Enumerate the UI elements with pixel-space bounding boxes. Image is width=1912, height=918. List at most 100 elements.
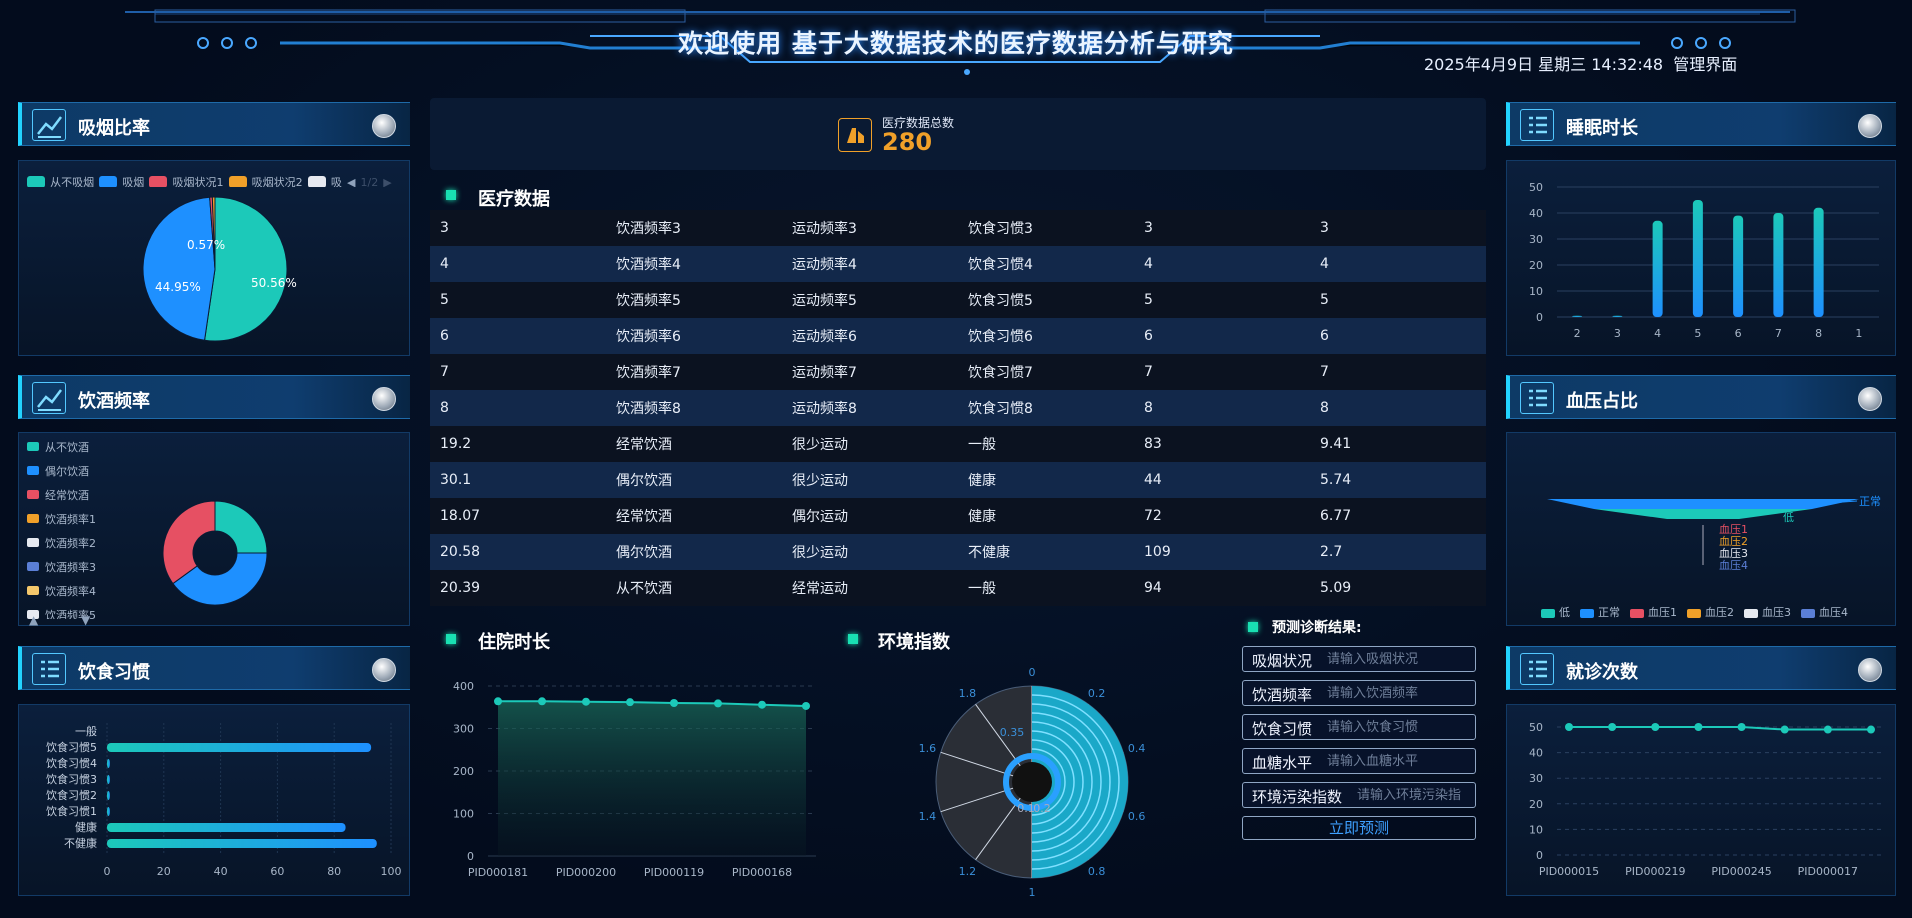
table-title: 医疗数据 xyxy=(478,189,550,210)
table-row[interactable]: 4 饮酒频率4 运动频率4 饮食习惯4 4 4 xyxy=(430,246,1486,282)
legend-item[interactable]: 血压4 xyxy=(1801,606,1848,619)
predict-button[interactable]: 立即预测 xyxy=(1242,816,1476,840)
predict-title: 预测诊断结果: xyxy=(1272,620,1362,636)
admin-link[interactable]: 管理界面 xyxy=(1673,55,1737,74)
table-cell: 偶尔饮酒 xyxy=(616,545,672,561)
legend-item[interactable]: 正常 xyxy=(1580,606,1620,619)
funnel-label: 血压4 xyxy=(1719,558,1748,572)
legend-swatch xyxy=(1744,608,1758,618)
y-tick-label: 300 xyxy=(453,723,474,736)
table-cell: 很少运动 xyxy=(792,473,848,489)
table-cell: 9.41 xyxy=(1320,436,1352,452)
table-cell: 饮酒频率3 xyxy=(616,221,681,237)
legend-scroll-down-icon[interactable]: ▼ xyxy=(81,613,90,627)
settings-knob-icon[interactable] xyxy=(372,387,396,411)
category-label: 饮食习惯2 xyxy=(46,788,97,802)
table-row[interactable]: 19.2 经常饮酒 很少运动 一般 83 9.41 xyxy=(430,426,1486,462)
table-cell: 健康 xyxy=(968,509,996,525)
x-tick-label: 80 xyxy=(327,865,341,878)
smoking-input[interactable] xyxy=(1327,650,1471,668)
table-cell: 饮酒频率7 xyxy=(616,365,681,381)
settings-knob-icon[interactable] xyxy=(372,658,396,682)
table-cell: 偶尔饮酒 xyxy=(616,473,672,489)
table-row[interactable]: 5 饮酒频率5 运动频率5 饮食习惯5 5 5 xyxy=(430,282,1486,318)
table-row[interactable]: 20.39 从不饮酒 经常运动 一般 94 5.09 xyxy=(430,570,1486,606)
angle-tick-label: 0.8 xyxy=(1088,865,1106,878)
y-tick-label: 0 xyxy=(1536,311,1543,324)
table-cell: 6.77 xyxy=(1320,508,1352,524)
table-cell: 经常饮酒 xyxy=(616,437,672,453)
table-cell: 5.09 xyxy=(1320,580,1352,596)
table-cell: 一般 xyxy=(968,437,996,453)
category-label: 不健康 xyxy=(64,836,97,850)
table-cell: 经常饮酒 xyxy=(616,509,672,525)
x-tick-label: PID000017 xyxy=(1798,865,1858,878)
y-tick-label: 0 xyxy=(467,850,474,863)
funnel-normal xyxy=(1547,499,1859,509)
diet-input[interactable] xyxy=(1327,718,1471,736)
section-marker-icon xyxy=(848,634,858,644)
data-point xyxy=(1823,725,1832,734)
settings-knob-icon[interactable] xyxy=(1858,114,1882,138)
visits-line-chart: 0 10 20 30 40 50 PID000015 PID000219 PID000245 PI… xyxy=(1529,721,1883,878)
pollution-input[interactable] xyxy=(1357,786,1471,804)
drinking-panel: 从不饮酒 偶尔饮酒 经常饮酒 饮酒频率1 饮酒频率2 饮酒频率3 饮酒频率4 饮酒频率5 ▲ … xyxy=(18,432,410,627)
funnel-label: 血压2 xyxy=(1719,534,1748,548)
legend-item[interactable]: 血压3 xyxy=(1744,606,1791,619)
hospital-area-chart: 0 100 200 300 400 PID000181 PID000200 PID000119… xyxy=(453,680,816,879)
table-cell: 5 xyxy=(440,292,449,308)
settings-knob-icon[interactable] xyxy=(1858,658,1882,682)
y-tick-label: 100 xyxy=(453,808,474,821)
drinking-input[interactable] xyxy=(1327,684,1471,702)
settings-knob-icon[interactable] xyxy=(1858,387,1882,411)
y-tick-label: 40 xyxy=(1529,207,1543,220)
legend-scroll-up-icon[interactable]: ▲ xyxy=(29,613,38,627)
data-table-wrap[interactable]: 3 饮酒频率3 运动频率3 饮食习惯3 3 3 4 饮酒频率4 运动频率4 饮食习惯4 4 4 5 饮酒频… xyxy=(430,210,1486,610)
x-tick-label: PID000015 xyxy=(1539,865,1599,878)
glucose-input[interactable] xyxy=(1327,752,1471,770)
section-marker-icon xyxy=(446,634,456,644)
settings-knob-icon[interactable] xyxy=(372,114,396,138)
polar-hole xyxy=(1012,762,1052,802)
table-cell: 109 xyxy=(1144,544,1171,560)
table-cell: 44 xyxy=(1144,472,1162,488)
table-cell: 19.2 xyxy=(440,436,472,452)
bp-legend: 低 正常 血压1 血压2 血压3 血压4 xyxy=(1541,601,1858,620)
chart-trend-icon xyxy=(32,109,66,141)
legend-item[interactable]: 血压1 xyxy=(1630,606,1677,619)
angle-tick-label: 0.2 xyxy=(1088,687,1106,700)
legend-item[interactable]: 血压2 xyxy=(1687,606,1734,619)
table-cell: 饮食习惯4 xyxy=(968,257,1033,273)
field-label: 血糖水平 xyxy=(1252,754,1313,772)
funnel-label: 血压3 xyxy=(1719,546,1748,560)
x-tick-label: PID000119 xyxy=(644,866,704,879)
data-point xyxy=(802,701,810,710)
smoking-title: 吸烟比率 xyxy=(78,118,150,139)
x-tick-label: 6 xyxy=(1735,327,1742,340)
pie-slice xyxy=(162,500,216,585)
datetime: 2025年4月9日 星期三 14:32:48 管理界面 xyxy=(1424,51,1737,75)
table-cell: 从不饮酒 xyxy=(616,581,672,597)
table-row[interactable]: 7 饮酒频率7 运动频率7 饮食习惯7 7 7 xyxy=(430,354,1486,390)
table-row[interactable]: 20.58 偶尔饮酒 很少运动 不健康 109 2.7 xyxy=(430,534,1486,570)
table-row[interactable]: 3 饮酒频率3 运动频率3 饮食习惯3 3 3 xyxy=(430,210,1486,246)
table-row[interactable]: 18.07 经常饮酒 偶尔运动 健康 72 6.77 xyxy=(430,498,1486,534)
bar xyxy=(107,823,346,832)
data-point xyxy=(670,699,678,707)
legend-label: 血压2 xyxy=(1705,606,1734,619)
funnel-label: 正常 xyxy=(1859,495,1881,508)
panel-title-diet: 饮食习惯 xyxy=(18,646,410,690)
table-cell: 3 xyxy=(1320,220,1329,236)
table-cell: 运动频率4 xyxy=(792,257,857,273)
list-doc-icon xyxy=(1520,653,1554,685)
table-cell: 经常运动 xyxy=(792,581,848,597)
legend-item[interactable]: 低 xyxy=(1541,606,1570,619)
x-tick-label: 20 xyxy=(157,865,171,878)
table-row[interactable]: 6 饮酒频率6 运动频率6 饮食习惯6 6 6 xyxy=(430,318,1486,354)
angle-tick-label: 0.4 xyxy=(1128,742,1146,755)
radius-label: 0.2 xyxy=(1033,802,1051,815)
table-row[interactable]: 30.1 偶尔饮酒 很少运动 健康 44 5.74 xyxy=(430,462,1486,498)
table-row[interactable]: 8 饮酒频率8 运动频率8 饮食习惯8 8 8 xyxy=(430,390,1486,426)
legend-swatch xyxy=(1687,608,1701,618)
pie-label: 50.56% xyxy=(251,276,297,290)
